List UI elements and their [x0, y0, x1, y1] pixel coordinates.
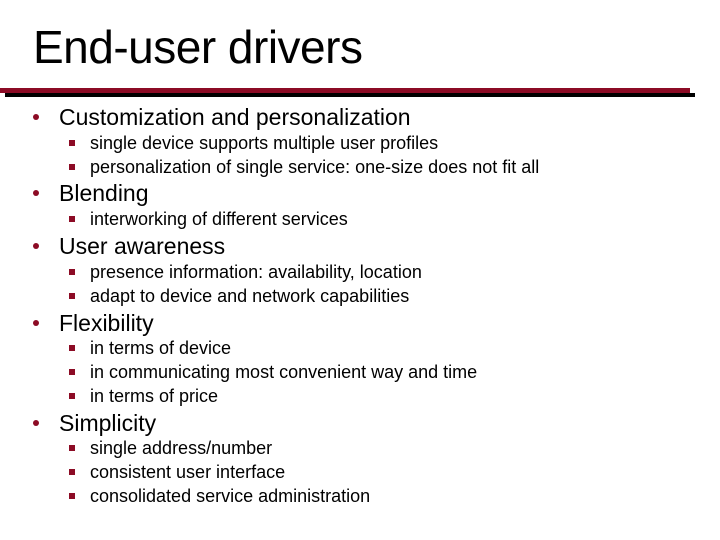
square-bullet-icon	[69, 369, 75, 375]
bullet-heading-text: Simplicity	[59, 410, 157, 436]
bullet-heading: Flexibility	[33, 309, 154, 337]
sub-bullet-text: single device supports multiple user pro…	[90, 133, 439, 153]
square-bullet-icon	[69, 445, 75, 451]
sub-bullet: interworking of different services	[69, 208, 348, 230]
round-bullet-icon	[33, 420, 39, 426]
sub-bullet: in communicating most convenient way and…	[69, 361, 478, 383]
sub-bullet: personalization of single service: one-s…	[69, 156, 540, 178]
bullet-heading-text: User awareness	[59, 233, 226, 259]
sub-bullet-text: consistent user interface	[90, 462, 286, 482]
round-bullet-icon	[33, 114, 39, 120]
bullet-heading: User awareness	[33, 232, 226, 260]
title-rule-shadow	[5, 93, 695, 97]
square-bullet-icon	[69, 269, 75, 275]
bullet-heading: Simplicity	[33, 409, 157, 437]
sub-bullet: in terms of price	[69, 385, 219, 407]
bullet-heading-text: Customization and personalization	[59, 104, 411, 130]
square-bullet-icon	[69, 393, 75, 399]
bullet-heading: Blending	[33, 179, 149, 207]
sub-bullet-text: in communicating most convenient way and…	[90, 362, 478, 382]
sub-bullet: single address/number	[69, 437, 273, 459]
sub-bullet-text: personalization of single service: one-s…	[90, 157, 540, 177]
slide-title: End-user drivers	[33, 21, 363, 73]
sub-bullet: in terms of device	[69, 337, 232, 359]
sub-bullet: adapt to device and network capabilities	[69, 285, 410, 307]
sub-bullet: consolidated service administration	[69, 485, 371, 507]
sub-bullet: single device supports multiple user pro…	[69, 132, 439, 154]
bullet-heading-text: Blending	[59, 180, 149, 206]
square-bullet-icon	[69, 140, 75, 146]
sub-bullet: presence information: availability, loca…	[69, 261, 422, 283]
round-bullet-icon	[33, 243, 39, 249]
sub-bullet: consistent user interface	[69, 461, 286, 483]
sub-bullet-text: consolidated service administration	[90, 486, 371, 506]
square-bullet-icon	[69, 164, 75, 170]
square-bullet-icon	[69, 293, 75, 299]
sub-bullet-text: in terms of device	[90, 338, 232, 358]
title-rule	[0, 88, 690, 93]
sub-bullet-text: single address/number	[90, 438, 273, 458]
sub-bullet-text: adapt to device and network capabilities	[90, 286, 410, 306]
sub-bullet-text: in terms of price	[90, 386, 219, 406]
square-bullet-icon	[69, 216, 75, 222]
sub-bullet-text: interworking of different services	[90, 209, 348, 229]
round-bullet-icon	[33, 320, 39, 326]
round-bullet-icon	[33, 190, 39, 196]
sub-bullet-text: presence information: availability, loca…	[90, 262, 422, 282]
square-bullet-icon	[69, 493, 75, 499]
square-bullet-icon	[69, 469, 75, 475]
bullet-heading: Customization and personalization	[33, 103, 411, 131]
square-bullet-icon	[69, 345, 75, 351]
bullet-heading-text: Flexibility	[59, 310, 154, 336]
